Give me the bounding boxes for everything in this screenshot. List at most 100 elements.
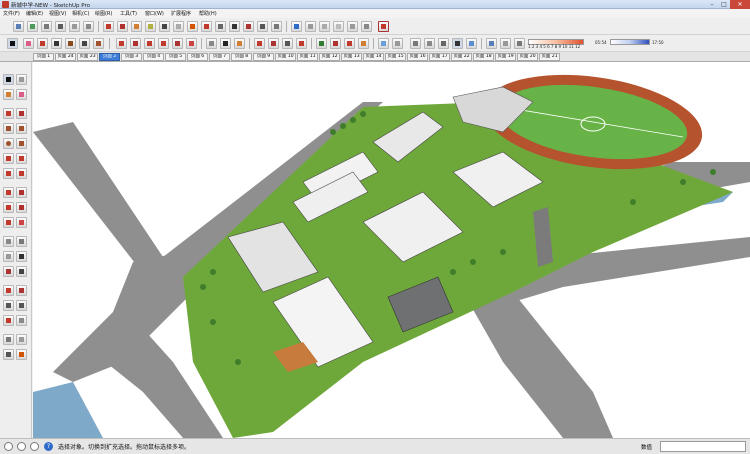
tab-scene-9[interactable]: 页面 9: [253, 53, 274, 61]
shaded-icon[interactable]: [438, 38, 449, 49]
sun-icon[interactable]: [319, 21, 330, 32]
shadow-time-slider[interactable]: [610, 39, 650, 45]
make-component-icon[interactable]: [16, 74, 27, 85]
position-camera-side-icon[interactable]: [3, 334, 14, 345]
monochrome-icon[interactable]: [466, 38, 477, 49]
extension-icon[interactable]: [361, 21, 372, 32]
tab-scene-18[interactable]: 页面 18: [473, 53, 494, 61]
zoom-extents-icon[interactable]: [296, 38, 307, 49]
zoom-icon[interactable]: [282, 38, 293, 49]
tab-scene-3[interactable]: 页面 3: [121, 53, 142, 61]
geo-icon[interactable]: [347, 21, 358, 32]
back-edges-icon[interactable]: [392, 38, 403, 49]
zoom-window-icon[interactable]: [16, 300, 27, 311]
pan-icon[interactable]: [268, 38, 279, 49]
line-dropdown-icon[interactable]: [51, 38, 62, 49]
tape-measure-icon[interactable]: [206, 38, 217, 49]
push-pull-icon[interactable]: [116, 38, 127, 49]
close-model-icon[interactable]: [378, 21, 389, 32]
house-icon[interactable]: [41, 21, 52, 32]
menu-camera[interactable]: 相机(C): [72, 10, 89, 17]
xray-icon[interactable]: [378, 38, 389, 49]
paint-bucket-side-icon[interactable]: [3, 89, 14, 100]
pencil-icon[interactable]: [37, 38, 48, 49]
line-side-icon[interactable]: [3, 108, 14, 119]
axes-side-icon[interactable]: [3, 266, 14, 277]
3d-text-icon[interactable]: [16, 266, 27, 277]
scale-side-icon[interactable]: [3, 217, 14, 228]
share-model-icon[interactable]: [27, 21, 38, 32]
dimension-side-icon[interactable]: [16, 236, 27, 247]
tab-scene-8[interactable]: 页面 8: [231, 53, 252, 61]
menu-extensions[interactable]: 扩展程序: [171, 10, 191, 17]
tape-side-icon[interactable]: [3, 236, 14, 247]
component-icon[interactable]: [83, 21, 94, 32]
tab-scene-6[interactable]: 页面 6: [187, 53, 208, 61]
polygon-icon[interactable]: [16, 138, 27, 149]
follow-me-icon[interactable]: [130, 38, 141, 49]
freehand-icon[interactable]: [16, 108, 27, 119]
get-models-icon[interactable]: [13, 21, 24, 32]
warehouse-icon[interactable]: [55, 21, 66, 32]
sandbox-icon[interactable]: [103, 21, 114, 32]
fog-toggle-icon[interactable]: [500, 38, 511, 49]
orbit-side-icon[interactable]: [3, 285, 14, 296]
ruby-icon[interactable]: [117, 21, 128, 32]
text-icon[interactable]: [229, 21, 240, 32]
campus-3d-model[interactable]: [33, 62, 750, 438]
walk-side-icon[interactable]: [3, 349, 14, 360]
arc-side-icon[interactable]: [3, 153, 14, 164]
orbit-icon[interactable]: [254, 38, 265, 49]
pan-side-icon[interactable]: [16, 285, 27, 296]
section-plane-icon[interactable]: [16, 349, 27, 360]
menu-window[interactable]: 窗口(W): [145, 10, 164, 17]
section-icon[interactable]: [187, 21, 198, 32]
layer-icon[interactable]: [131, 21, 142, 32]
tab-scene-22[interactable]: 页面 22: [451, 53, 472, 61]
text-side-icon[interactable]: [16, 251, 27, 262]
tab-scene-13[interactable]: 页面 13: [341, 53, 362, 61]
match-photo-icon[interactable]: [333, 21, 344, 32]
tab-scene-10[interactable]: 页面 10: [275, 53, 296, 61]
eraser-icon[interactable]: [23, 38, 34, 49]
tab-scene-17[interactable]: 页面 17: [429, 53, 450, 61]
look-around-icon[interactable]: [305, 21, 316, 32]
push-pull-side-icon[interactable]: [16, 187, 27, 198]
tab-scene-19[interactable]: 页面 19: [495, 53, 516, 61]
tab-scene-1[interactable]: 页面 1: [33, 53, 54, 61]
user-icon[interactable]: [30, 442, 39, 451]
pie-icon[interactable]: [16, 168, 27, 179]
menu-help[interactable]: 帮助(H): [199, 10, 217, 17]
tab-scene-16[interactable]: 页面 16: [407, 53, 428, 61]
circle-icon[interactable]: [3, 138, 14, 149]
tab-scene-5[interactable]: 页面 5: [165, 53, 186, 61]
sun-settings-icon[interactable]: [514, 38, 525, 49]
fog-icon[interactable]: [173, 21, 184, 32]
menu-view[interactable]: 视图(V): [49, 10, 66, 17]
minimize-button[interactable]: –: [706, 0, 718, 9]
model-viewport[interactable]: [33, 62, 750, 438]
share-component-icon[interactable]: [330, 38, 341, 49]
paint-icon[interactable]: [201, 21, 212, 32]
measurements-input[interactable]: [660, 441, 746, 452]
house-outline-icon[interactable]: [69, 21, 80, 32]
close-button[interactable]: ✕: [730, 0, 750, 9]
scale-icon[interactable]: [172, 38, 183, 49]
rectangle-icon[interactable]: [93, 38, 104, 49]
shadows-toggle-icon[interactable]: [486, 38, 497, 49]
tab-scene-2[interactable]: 页面 2: [99, 53, 120, 61]
menu-tools[interactable]: 工具(T): [120, 10, 137, 17]
tab-scene-4[interactable]: 页面 4: [143, 53, 164, 61]
three-point-arc-icon[interactable]: [3, 168, 14, 179]
extension-warehouse-icon[interactable]: [344, 38, 355, 49]
help-icon[interactable]: ?: [44, 442, 53, 451]
tab-scene-14[interactable]: 页面 14: [363, 53, 384, 61]
tab-scene-11[interactable]: 页面 11: [297, 53, 318, 61]
geolocation-icon[interactable]: [4, 442, 13, 451]
tab-scene-12[interactable]: 页面 12: [319, 53, 340, 61]
eraser-side-icon[interactable]: [16, 89, 27, 100]
maximize-button[interactable]: □: [718, 0, 730, 9]
rotate-icon[interactable]: [158, 38, 169, 49]
tab-scene-20[interactable]: 页面 20: [517, 53, 538, 61]
tab-scene-21[interactable]: 页面 21: [539, 53, 560, 61]
